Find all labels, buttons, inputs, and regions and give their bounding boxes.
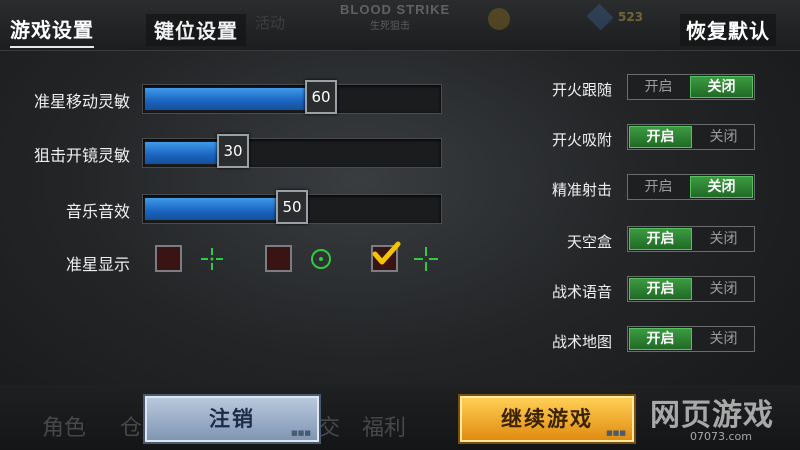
bg-nav-storage: 仓 — [120, 416, 143, 441]
toggle-off-option[interactable]: 关闭 — [690, 176, 753, 198]
toggle-off-option[interactable]: 关闭 — [693, 277, 754, 301]
circle-dot-crosshair-icon — [311, 249, 331, 269]
bg-nav-welfare: 福利 — [362, 416, 407, 441]
crosshair-option-1-checkbox[interactable] — [155, 245, 182, 272]
toggle-off-option[interactable]: 关闭 — [693, 125, 754, 149]
toggle-off-option[interactable]: 关闭 — [690, 76, 753, 98]
precise-shooting-toggle[interactable]: 开启 关闭 — [627, 174, 755, 200]
toggle-on-option[interactable]: 开启 — [629, 328, 692, 350]
slider-fill — [145, 88, 321, 110]
toggle-label-skybox: 天空盒 — [566, 233, 612, 251]
toggle-off-option[interactable]: 关闭 — [693, 327, 754, 351]
crosshair-display-label: 准星显示 — [65, 255, 130, 274]
toggle-on-option[interactable]: 开启 — [628, 75, 689, 99]
watermark-main-text: 网页游戏 — [650, 398, 774, 433]
cross-crosshair-icon — [414, 247, 438, 271]
button-corner-decoration: ■■■ — [291, 429, 311, 437]
checkmark-icon — [372, 241, 401, 265]
sound-volume-slider[interactable]: 50 — [142, 190, 442, 224]
toggle-label-tactical-map: 战术地图 — [551, 333, 612, 351]
bg-nav-role: 角色 — [42, 416, 87, 441]
slider-handle[interactable]: 60 — [305, 80, 337, 114]
button-corner-decoration: ■■■ — [606, 429, 626, 437]
toggle-label-precise-shooting: 精准射击 — [551, 181, 612, 199]
skybox-toggle[interactable]: 开启 关闭 — [627, 226, 755, 252]
slider-fill — [145, 198, 292, 220]
tab-game-settings[interactable]: 游戏设置 — [10, 14, 94, 48]
toggle-on-option[interactable]: 开启 — [629, 228, 692, 250]
bg-nav-social: 交 — [318, 416, 341, 441]
toggle-label-fire-follow: 开火跟随 — [551, 81, 612, 99]
diamond-count: 523 — [618, 10, 644, 24]
tactical-map-toggle[interactable]: 开启 关闭 — [627, 326, 755, 352]
diamond-icon — [586, 3, 614, 31]
game-brand-logo: BLOOD STRIKE — [340, 2, 451, 17]
cross-gap-crosshair-icon — [201, 248, 223, 270]
coin-icon — [488, 8, 510, 30]
tab-key-settings[interactable]: 键位设置 — [146, 14, 246, 46]
toggle-on-option[interactable]: 开启 — [629, 278, 692, 300]
slider-label-crosshair-sensitivity: 准星移动灵敏 — [33, 92, 130, 111]
scope-sensitivity-slider[interactable]: 30 — [142, 134, 442, 168]
game-brand-subtitle: 生死狙击 — [370, 21, 410, 32]
background: 活动 BLOOD STRIKE 生死狙击 523 角色 仓 交 福利 — [0, 0, 800, 450]
toggle-on-option[interactable]: 开启 — [628, 175, 689, 199]
continue-game-button[interactable]: 继续游戏 ■■■ — [460, 396, 634, 442]
crosshair-option-2-checkbox[interactable] — [265, 245, 292, 272]
logout-button-label: 注销 — [209, 407, 255, 431]
bg-event-label: 活动 — [255, 14, 286, 32]
fire-follow-toggle[interactable]: 开启 关闭 — [627, 74, 755, 100]
continue-game-button-label: 继续游戏 — [501, 407, 593, 431]
toggle-on-option[interactable]: 开启 — [629, 126, 692, 148]
slider-label-scope-sensitivity: 狙击开镜灵敏 — [33, 146, 130, 165]
site-watermark-logo: 网页游戏 07073.com — [650, 390, 774, 443]
tactical-voice-toggle[interactable]: 开启 关闭 — [627, 276, 755, 302]
slider-handle[interactable]: 50 — [276, 190, 308, 224]
crosshair-sensitivity-slider[interactable]: 60 — [142, 80, 442, 114]
logout-button[interactable]: 注销 ■■■ — [145, 396, 319, 442]
slider-handle[interactable]: 30 — [217, 134, 249, 168]
crosshair-option-3-checkbox[interactable] — [371, 241, 401, 272]
toggle-off-option[interactable]: 关闭 — [693, 227, 754, 251]
reset-defaults-button[interactable]: 恢复默认 — [680, 14, 776, 46]
toggle-label-tactical-voice: 战术语音 — [551, 283, 612, 301]
slider-label-sound-volume: 音乐音效 — [65, 202, 130, 221]
fire-snap-toggle[interactable]: 开启 关闭 — [627, 124, 755, 150]
toggle-label-fire-snap: 开火吸附 — [551, 131, 612, 149]
